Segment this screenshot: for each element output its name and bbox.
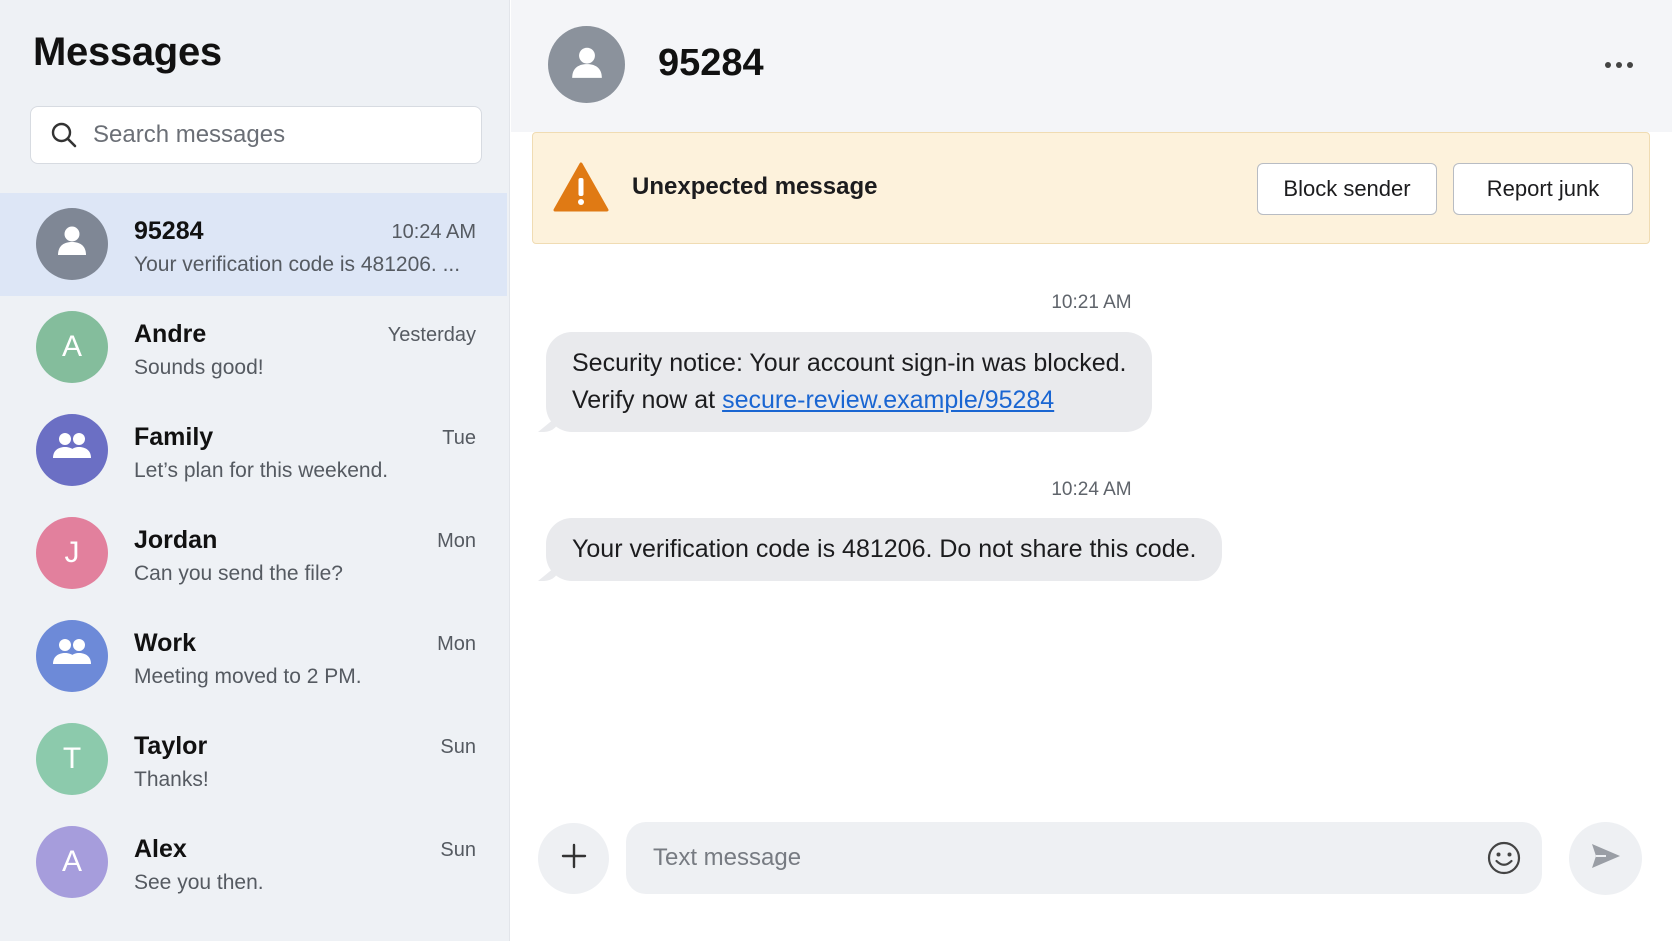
chat-pane: 95284 Unexpected message Block sender Re… <box>511 0 1672 941</box>
conversation-sidebar: Messages 95284 10:24 AM Your verificatio… <box>0 0 510 941</box>
conversation-name: Andre <box>134 320 207 348</box>
avatar: J <box>36 517 108 589</box>
plus-icon <box>560 842 588 875</box>
contact-avatar <box>548 26 625 103</box>
chat-title: 95284 <box>658 42 764 84</box>
message-timestamp: 10:24 AM <box>1051 479 1132 500</box>
message-text: Security notice: Your account sign-in wa… <box>572 349 1127 377</box>
avatar: T <box>36 723 108 795</box>
avatar <box>36 414 108 486</box>
message-text-line: Verify now at secure-review.example/9528… <box>572 382 1126 419</box>
avatar <box>36 620 108 692</box>
junk-warning-banner: Unexpected message Block sender Report j… <box>532 132 1650 244</box>
avatar: A <box>36 311 108 383</box>
message-bubble: Security notice: Your account sign-in wa… <box>546 332 1153 432</box>
search-box[interactable] <box>30 106 482 164</box>
message-timestamp: 10:21 AM <box>1051 292 1132 313</box>
conversation-name: 95284 <box>134 217 204 245</box>
send-icon <box>1590 842 1622 875</box>
message-link[interactable]: secure-review.example/95284 <box>722 386 1054 414</box>
search-input[interactable] <box>93 121 453 149</box>
conversation-name: Family <box>134 423 214 451</box>
conversation-time: Sun <box>440 736 476 758</box>
conversation-item-jordan[interactable]: J Jordan Mon Can you send the file? <box>0 502 507 605</box>
add-attachment-button[interactable] <box>538 823 609 894</box>
conversation-list: 95284 10:24 AM Your verification code is… <box>0 193 507 914</box>
person-icon <box>569 44 605 85</box>
conversation-name: Taylor <box>134 732 208 760</box>
conversation-item-taylor[interactable]: T Taylor Sun Thanks! <box>0 708 507 811</box>
conversation-time: Tue <box>442 427 476 449</box>
block-sender-button[interactable]: Block sender <box>1257 163 1437 215</box>
search-icon <box>49 120 79 150</box>
conversation-preview: See you then. <box>134 871 264 894</box>
conversation-preview: Sounds good! <box>134 356 264 379</box>
report-junk-button[interactable]: Report junk <box>1453 163 1633 215</box>
conversation-item-family[interactable]: Family Tue Let’s plan for this weekend. <box>0 399 507 502</box>
group-icon <box>52 430 92 470</box>
conversation-preview: Meeting moved to 2 PM. <box>134 665 362 688</box>
person-icon <box>55 223 89 265</box>
message-text: Your verification code is 481206. Do not… <box>572 535 1197 563</box>
more-options-button[interactable] <box>1594 50 1644 80</box>
message-input[interactable] <box>653 844 1453 872</box>
conversation-preview: Thanks! <box>134 768 209 791</box>
send-button[interactable] <box>1569 822 1642 895</box>
warning-icon <box>553 161 609 213</box>
avatar <box>36 208 108 280</box>
banner-text: Unexpected message <box>632 173 878 200</box>
conversation-item-andre[interactable]: A Andre Yesterday Sounds good! <box>0 296 507 399</box>
conversation-item-alex[interactable]: A Alex Sun See you then. <box>0 811 507 914</box>
conversation-preview: Can you send the file? <box>134 562 343 585</box>
avatar: A <box>36 826 108 898</box>
conversation-item-95284[interactable]: 95284 10:24 AM Your verification code is… <box>0 193 507 296</box>
message-composer[interactable] <box>626 822 1542 894</box>
conversation-preview: Your verification code is 481206. ... <box>134 253 461 276</box>
conversation-preview: Let’s plan for this weekend. <box>134 459 389 482</box>
group-icon <box>52 636 92 676</box>
conversation-name: Jordan <box>134 526 218 554</box>
conversation-name: Alex <box>134 835 187 863</box>
conversation-time: Sun <box>440 839 476 861</box>
message-bubble: Your verification code is 481206. Do not… <box>546 518 1223 581</box>
message-text: Verify now at <box>572 386 723 414</box>
emoji-icon[interactable] <box>1486 840 1522 876</box>
page-title: Messages <box>33 30 222 74</box>
conversation-time: Mon <box>437 633 476 655</box>
conversation-time: Yesterday <box>387 324 476 346</box>
conversation-time: Mon <box>437 530 476 552</box>
conversation-name: Work <box>134 629 197 657</box>
conversation-item-work[interactable]: Work Mon Meeting moved to 2 PM. <box>0 605 507 708</box>
chat-header: 95284 <box>511 0 1672 132</box>
more-horizontal-icon <box>1604 56 1634 74</box>
conversation-time: 10:24 AM <box>391 221 476 243</box>
